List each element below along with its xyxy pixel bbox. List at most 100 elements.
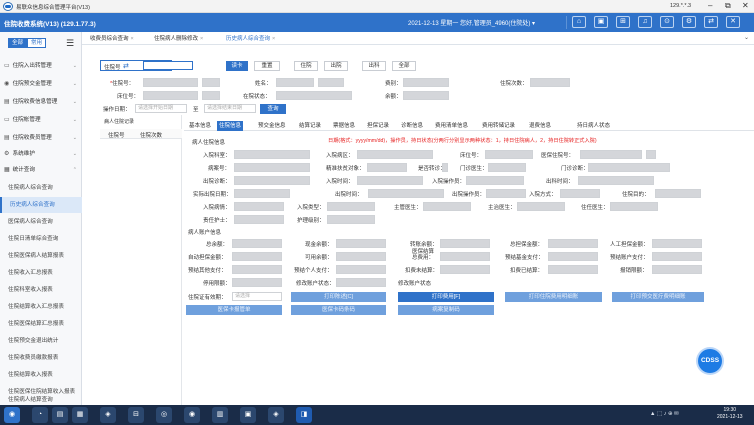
tab-fee-dump[interactable]: 费用转储记录 [480, 121, 517, 131]
field-personal-account[interactable] [652, 252, 702, 261]
hamburger-icon[interactable]: ☰ [66, 38, 74, 49]
filter-inpatient-button[interactable]: 住院 [294, 61, 318, 71]
filter-transfer-button[interactable]: 出科 [362, 61, 386, 71]
sidebar-group-statistics[interactable]: ▦ 统计查询 ⌃ [0, 162, 82, 178]
search-input-field[interactable] [143, 61, 193, 70]
field-resident[interactable] [610, 202, 658, 211]
query-button[interactable]: 查询 [260, 104, 286, 114]
app-icon[interactable]: ▥ [212, 407, 228, 423]
field-care-level[interactable] [327, 215, 375, 224]
swap-icon[interactable]: ⇄ [123, 62, 129, 70]
sidebar-group-charges[interactable]: ▤ 住院收费信息管理 ⌄ [0, 94, 82, 110]
tab-inpatient-info[interactable]: 住院信息 [217, 121, 244, 131]
field-clinic-dx[interactable] [588, 163, 670, 172]
field-in-way[interactable] [560, 189, 600, 198]
sidebar-group-deposit[interactable]: ◉ 住院预交金管理 ⌄ [0, 76, 82, 92]
user-info[interactable]: 2021-12-13 星期一 您好,管理员_4960(住院处) ▾ [408, 18, 535, 27]
start-date-input[interactable]: 请选择开始日期 [135, 104, 187, 113]
field-poverty[interactable] [367, 163, 407, 172]
browser-icon[interactable]: ◔ [32, 407, 48, 423]
field-bed[interactable] [485, 150, 533, 159]
close-icon[interactable]: × [131, 36, 134, 42]
sidebar-item[interactable]: 住院病人综合查询 [0, 180, 82, 196]
sidebar-item-active[interactable]: 历史病人综合查询 [0, 197, 82, 213]
field-fund-pay[interactable] [548, 252, 598, 261]
sidebar-item[interactable]: 医保病人综合查询 [0, 214, 82, 230]
chevron-down-icon[interactable]: ⌄ [744, 34, 749, 41]
field-admit-type[interactable] [327, 202, 375, 211]
field-in-time[interactable] [357, 176, 423, 185]
word-icon[interactable]: ◨ [296, 407, 312, 423]
window-icon[interactable]: ▦ [72, 407, 88, 423]
sidebar-item[interactable]: 住院科室收入报表 [0, 282, 82, 298]
field-in-op[interactable] [466, 176, 524, 185]
toggle-common[interactable]: 常用 [27, 38, 47, 48]
insurance-code-button[interactable]: 医保卡码条码 [291, 305, 386, 315]
read-card-button[interactable]: 读卡 [226, 61, 248, 71]
home-icon[interactable]: ⌂ [572, 16, 586, 28]
switch-icon[interactable]: ⇄ [704, 16, 718, 28]
field-referral[interactable] [442, 163, 448, 172]
field-stop-balance[interactable] [232, 278, 282, 287]
reprint-code-button[interactable]: 病案复制码 [398, 305, 494, 315]
sidebar-group-system[interactable]: ⚙ 系统维护 ⌄ [0, 146, 82, 162]
tab-patient-edit[interactable]: 住院病人删除修改 × [150, 34, 207, 45]
name-extra-field[interactable] [318, 78, 344, 87]
sidebar-item[interactable]: 住院预交金退出统计 [0, 333, 82, 349]
print-bill-button[interactable]: 打印费用[F] [398, 292, 494, 302]
field-area[interactable] [357, 150, 433, 159]
visit-count-field[interactable] [530, 78, 570, 87]
field-out-op[interactable] [486, 189, 526, 198]
field-auto-deposit[interactable] [232, 252, 282, 261]
app-icon[interactable]: ◈ [100, 407, 116, 423]
sidebar-item[interactable]: 住院医保病人结算报表 [0, 248, 82, 264]
filter-all-button[interactable]: 全部 [392, 61, 416, 71]
field-unsettled[interactable] [440, 265, 490, 274]
inpatient-no-field[interactable] [143, 78, 198, 87]
inpatient-no-extra-field[interactable] [202, 78, 220, 87]
minimize-button[interactable]: – [708, 1, 712, 10]
app-icon[interactable]: ⊟ [128, 407, 144, 423]
field-nurse[interactable] [234, 215, 284, 224]
system-tray[interactable]: ▲ ⬚ ♪ ⊕ ✉ [650, 411, 679, 417]
tab-fee-list[interactable]: 费用清单信息 [433, 121, 470, 131]
field-real-out[interactable] [234, 189, 290, 198]
field-condition[interactable] [234, 163, 310, 172]
bed-no-field[interactable] [143, 91, 198, 100]
sidebar-item[interactable]: 住院结算收入汇总报表 [0, 299, 82, 315]
field-total-balance[interactable] [232, 239, 282, 248]
field-total-deposit[interactable] [548, 239, 598, 248]
cdss-button[interactable]: CDSS [698, 349, 722, 373]
field-in-purpose[interactable] [655, 189, 701, 198]
print-clinic-detail-button[interactable]: 打印住院费用明细账 [505, 292, 602, 302]
field-available[interactable] [336, 252, 386, 261]
sidebar-group-account[interactable]: ▭ 住院帐管理 ⌄ [0, 112, 82, 128]
grid-icon[interactable]: ⊞ [616, 16, 630, 28]
field-discharge-dx[interactable] [234, 176, 310, 185]
field-out-time[interactable] [578, 176, 654, 185]
exit-icon[interactable]: ✕ [726, 16, 740, 28]
close-button[interactable]: ✕ [742, 1, 749, 10]
field-transfer-balance[interactable] [440, 239, 490, 248]
reset-button[interactable]: 重置 [254, 61, 280, 71]
sidebar-item[interactable]: 住院结算收入报表 [0, 367, 82, 383]
sidebar-item[interactable]: 住院收入汇总报表 [0, 265, 82, 281]
status-field[interactable] [276, 91, 352, 100]
insurance-card-button[interactable]: 医保卡报管单 [186, 305, 282, 315]
balance-field[interactable] [403, 91, 449, 100]
close-icon[interactable]: × [272, 36, 275, 42]
app-icon[interactable]: ◉ [184, 407, 200, 423]
tab-refund[interactable]: 退费信息 [527, 121, 553, 131]
app-icon[interactable]: ▤ [52, 407, 68, 423]
sidebar-group-cashier[interactable]: ▤ 住院收费员管理 ⌄ [0, 130, 82, 146]
sidebar-group-admission[interactable]: ▭ 住院入出转管理 ⌄ [0, 58, 82, 74]
app-icon[interactable]: ◎ [156, 407, 172, 423]
field-in-condition[interactable] [234, 202, 284, 211]
field-report-amount[interactable] [652, 265, 702, 274]
field-cash-pay[interactable] [232, 265, 282, 274]
gear-icon[interactable]: ⚙ [682, 16, 696, 28]
field-ins-no-extra[interactable] [646, 150, 656, 159]
field-out-op-time[interactable] [368, 189, 444, 198]
field-cash-balance[interactable] [336, 239, 386, 248]
bed-no-extra-field[interactable] [202, 91, 220, 100]
